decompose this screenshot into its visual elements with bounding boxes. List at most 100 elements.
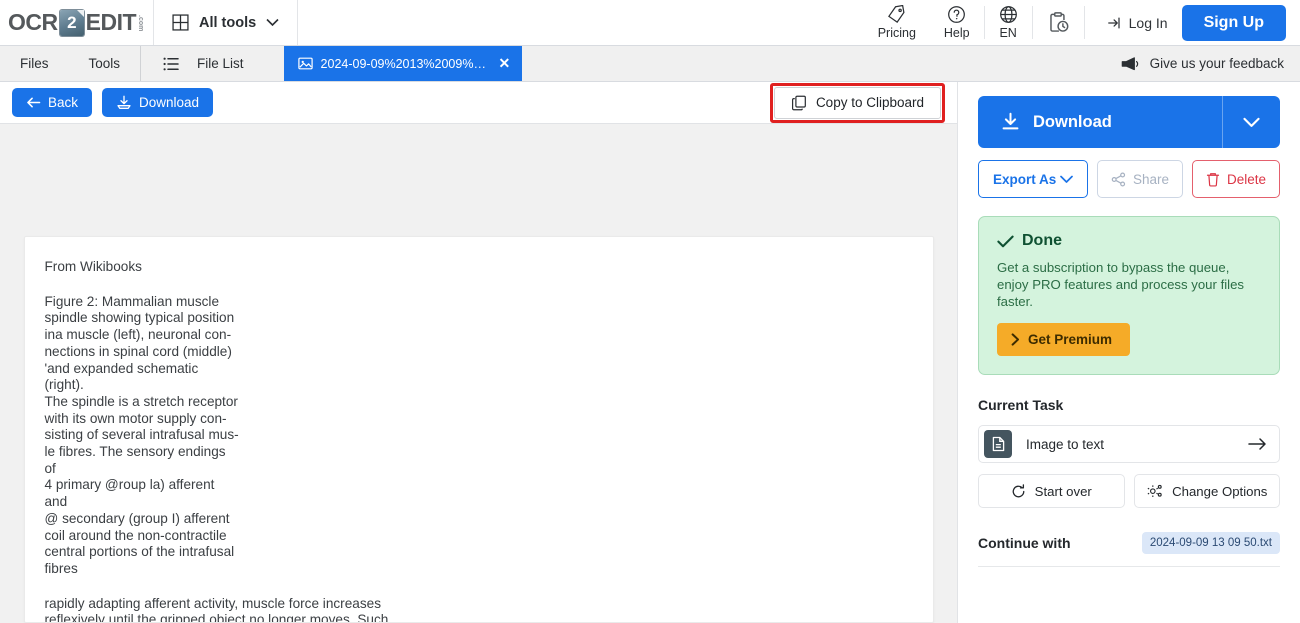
question-circle-icon	[947, 5, 966, 24]
current-task-item[interactable]: Image to text	[978, 425, 1280, 463]
delete-button[interactable]: Delete	[1191, 160, 1280, 198]
sidebar-action-row: Export As Share Delete	[978, 160, 1280, 198]
feedback-button[interactable]: Give us your feedback	[1105, 46, 1300, 81]
grid-icon	[172, 14, 189, 31]
copy-to-clipboard-label: Copy to Clipboard	[815, 95, 924, 110]
continue-with-label: Continue with	[978, 535, 1071, 551]
status-description: Get a subscription to bypass the queue, …	[997, 260, 1245, 309]
download-dropdown-toggle[interactable]	[1222, 96, 1280, 148]
back-button[interactable]: Back	[12, 88, 93, 117]
start-over-label: Start over	[1034, 483, 1092, 499]
document-icon	[984, 430, 1012, 458]
main-panel: Back Download Copy to Clipboard From Wik…	[0, 82, 957, 623]
task-button-row: Start over Change Options	[978, 474, 1280, 508]
chevron-down-icon	[1060, 175, 1073, 184]
document-toolbar: Back Download Copy to Clipboard	[0, 82, 957, 124]
doc-paragraph-figure: Figure 2: Mammalian muscle spindle showi…	[44, 293, 239, 576]
arrow-left-icon	[26, 96, 41, 109]
change-options-label: Change Options	[1172, 483, 1268, 499]
help-link[interactable]: Help	[930, 0, 984, 45]
feedback-label: Give us your feedback	[1149, 56, 1284, 71]
language-label: EN	[999, 26, 1017, 40]
login-button[interactable]: Log In	[1107, 15, 1168, 31]
back-label: Back	[48, 95, 79, 110]
share-button[interactable]: Share	[1096, 160, 1183, 198]
status-title: Done	[1022, 232, 1062, 249]
change-options-button[interactable]: Change Options	[1133, 474, 1280, 508]
export-as-label: Export As	[993, 171, 1057, 187]
logo-page-icon: 2	[59, 9, 84, 36]
get-premium-button[interactable]: Get Premium	[997, 323, 1131, 356]
logo[interactable]: OCR 2 EDIT .com	[0, 0, 154, 45]
help-label: Help	[943, 26, 970, 40]
logo-badge-number: 2	[67, 12, 77, 32]
pricing-link[interactable]: Pricing	[864, 0, 930, 45]
continue-with-row: Continue with 2024-09-09 13 09 50.txt	[978, 532, 1280, 567]
header-spacer	[298, 0, 863, 45]
gears-icon	[1146, 484, 1163, 499]
doc-source-line: From Wikibooks	[44, 259, 142, 274]
start-over-button[interactable]: Start over	[978, 474, 1125, 508]
auth-group: Log In Sign Up	[1085, 0, 1300, 45]
file-list-button[interactable]: File List	[141, 46, 284, 81]
right-sidebar: Download Export As Share Delete Done Get…	[957, 82, 1300, 623]
download-label: Download	[139, 95, 200, 110]
doc-paragraph-body: rapidly adapting afferent activity, musc…	[44, 595, 389, 623]
header-icon-group: Pricing Help EN	[864, 0, 1085, 45]
menu-tools[interactable]: Tools	[69, 46, 141, 81]
signup-button[interactable]: Sign Up	[1181, 4, 1286, 41]
tab-title: 2024-09-09%2013%2009%20...	[320, 56, 489, 71]
document-scroll-area[interactable]: From Wikibooks Figure 2: Mammalian muscl…	[0, 124, 957, 623]
body: Back Download Copy to Clipboard From Wik…	[0, 82, 1300, 623]
download-label: Download	[1033, 112, 1112, 131]
trash-icon	[1206, 172, 1220, 187]
document-page: From Wikibooks Figure 2: Mammalian muscl…	[23, 236, 934, 623]
copy-to-clipboard-highlight: Copy to Clipboard	[769, 82, 945, 123]
download-icon	[1000, 112, 1021, 132]
download-icon	[116, 95, 132, 110]
pricing-label: Pricing	[877, 26, 916, 40]
copy-to-clipboard-button[interactable]: Copy to Clipboard	[773, 86, 941, 119]
all-tools-label: All tools	[199, 14, 257, 31]
tab-bar: Files Tools File List 2024-09-09%2013%20…	[0, 46, 1300, 82]
download-split-button[interactable]: Download	[978, 96, 1280, 148]
clipboard-history-icon	[1047, 11, 1070, 34]
history-button[interactable]	[1033, 0, 1084, 45]
download-button-toolbar[interactable]: Download	[102, 88, 214, 117]
login-label: Log In	[1128, 14, 1168, 31]
current-task-name: Image to text	[1026, 436, 1105, 452]
share-icon	[1111, 172, 1126, 187]
tab-document[interactable]: 2024-09-09%2013%2009%20... ✕	[283, 46, 523, 81]
status-title-row: Done	[997, 232, 1261, 250]
top-header: OCR 2 EDIT .com All tools Pricing Help E…	[0, 0, 1300, 46]
chevron-down-icon	[1243, 117, 1260, 128]
share-label: Share	[1132, 171, 1169, 187]
refresh-icon	[1011, 483, 1026, 499]
download-main-button[interactable]: Download	[978, 96, 1222, 148]
globe-icon	[999, 5, 1018, 24]
logo-tld: .com	[137, 14, 145, 32]
megaphone-icon	[1121, 56, 1140, 72]
continue-file-chip[interactable]: 2024-09-09 13 09 50.txt	[1141, 532, 1280, 554]
chevron-right-icon	[1011, 333, 1020, 346]
tag-icon	[887, 5, 906, 24]
all-tools-menu[interactable]: All tools	[154, 0, 299, 45]
list-icon	[141, 57, 197, 71]
tabbar-spacer	[522, 46, 1105, 81]
language-selector[interactable]: EN	[985, 0, 1032, 45]
export-as-button[interactable]: Export As	[978, 160, 1088, 198]
get-premium-label: Get Premium	[1028, 332, 1113, 347]
delete-label: Delete	[1226, 171, 1266, 187]
status-card: Done Get a subscription to bypass the qu…	[978, 216, 1280, 375]
tab-close-icon[interactable]: ✕	[499, 55, 511, 72]
copy-icon	[791, 95, 807, 111]
check-icon	[997, 235, 1014, 248]
image-icon	[297, 57, 313, 70]
logo-text-edit: EDIT	[85, 9, 137, 35]
arrow-right-icon[interactable]	[1248, 437, 1267, 451]
menu-files[interactable]: Files	[0, 46, 69, 81]
file-list-label: File List	[197, 56, 244, 71]
login-icon	[1107, 15, 1123, 31]
current-task-title: Current Task	[978, 397, 1064, 413]
logo-text-ocr: OCR	[8, 9, 58, 35]
